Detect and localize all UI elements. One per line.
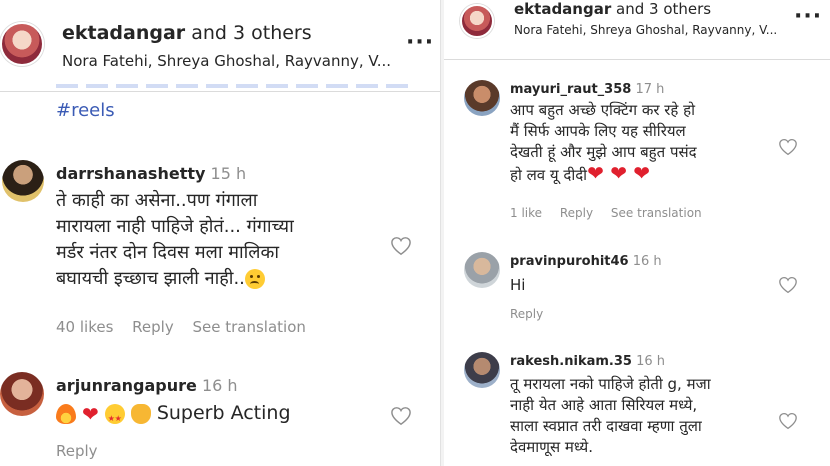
- comments-list[interactable]: #reels darrshanashetty 15 h ते काही का अ…: [0, 84, 440, 466]
- heart-outline-icon[interactable]: [390, 406, 412, 426]
- heart-outline-icon[interactable]: [778, 138, 798, 156]
- heart-outline-icon[interactable]: [390, 236, 412, 256]
- audio-credits[interactable]: Nora Fatehi, Shreya Ghoshal, Rayvanny, V…: [514, 23, 777, 37]
- comment-actions: 40 likes Reply See translation: [56, 318, 320, 336]
- reply-button[interactable]: Reply: [560, 206, 593, 220]
- heart-outline-icon[interactable]: [778, 412, 798, 430]
- more-options-icon[interactable]: ···: [406, 32, 434, 54]
- post-authors[interactable]: ektadangar and 3 others: [514, 0, 711, 18]
- comment-text: आप बहुत अच्छे एक्टिंग कर रहे हो मैं सिर्…: [510, 101, 697, 185]
- star-struck-emoji: [104, 403, 125, 432]
- comment-actions: 1 like Reply See translation: [510, 206, 716, 220]
- right-panel: ektadangar and 3 others Nora Fatehi, Shr…: [444, 0, 830, 466]
- commenter-avatar[interactable]: [464, 252, 500, 288]
- author-avatar[interactable]: [0, 22, 44, 66]
- audio-credits[interactable]: Nora Fatehi, Shreya Ghoshal, Rayvanny, V…: [62, 52, 391, 70]
- comment-text: तू मरायला नको पाहिजे होती g, मजा नाही ये…: [510, 375, 711, 456]
- author-avatar[interactable]: [460, 4, 494, 38]
- hashtag-link[interactable]: #reels: [56, 100, 115, 121]
- comment-text: ते काही का असेना..पण गंगाला मारायला नाही…: [56, 190, 294, 289]
- comment-username[interactable]: arjunrangapure 16 h: [56, 376, 238, 395]
- commenter-avatar[interactable]: [2, 160, 44, 202]
- red-heart-emoji: ❤: [82, 401, 99, 426]
- likes-count[interactable]: 40 likes: [56, 318, 113, 336]
- comment-actions: Reply: [510, 307, 557, 321]
- likes-count[interactable]: 1 like: [510, 206, 542, 220]
- comment-username[interactable]: darrshanashetty 15 h: [56, 164, 246, 183]
- see-translation-button[interactable]: See translation: [611, 206, 702, 220]
- heart-outline-icon[interactable]: [778, 276, 798, 294]
- clapping-hands-emoji: [130, 403, 151, 424]
- comment-username[interactable]: pravinpurohit46 16 h: [510, 254, 662, 269]
- reply-button[interactable]: Reply: [510, 307, 543, 321]
- comments-list[interactable]: mayuri_raut_358 17 h आप बहुत अच्छे एक्टि…: [444, 60, 830, 466]
- post-header: ektadangar and 3 others Nora Fatehi, Shr…: [0, 0, 440, 92]
- reply-button[interactable]: Reply: [56, 442, 98, 460]
- fire-emoji: [56, 403, 76, 424]
- comment-actions: Reply: [56, 442, 112, 460]
- sad-face-emoji: [244, 269, 265, 289]
- more-options-icon[interactable]: ···: [794, 6, 822, 28]
- comment-username[interactable]: rakesh.nikam.35 16 h: [510, 354, 665, 369]
- comment-username[interactable]: mayuri_raut_358 17 h: [510, 82, 664, 97]
- commenter-avatar[interactable]: [0, 372, 44, 416]
- post-header: ektadangar and 3 others Nora Fatehi, Shr…: [444, 0, 830, 60]
- post-authors[interactable]: ektadangar and 3 others: [62, 22, 312, 44]
- commenter-avatar[interactable]: [464, 80, 500, 116]
- comment-text: Hi: [510, 276, 526, 294]
- red-heart-emoji: ❤ ❤ ❤: [587, 161, 651, 185]
- see-translation-button[interactable]: See translation: [193, 318, 306, 336]
- caption-faded-text: [56, 84, 411, 88]
- left-panel: ektadangar and 3 others Nora Fatehi, Shr…: [0, 0, 440, 466]
- commenter-avatar[interactable]: [464, 352, 500, 388]
- reply-button[interactable]: Reply: [132, 318, 174, 336]
- comment-text: ❤ Superb Acting: [56, 400, 291, 432]
